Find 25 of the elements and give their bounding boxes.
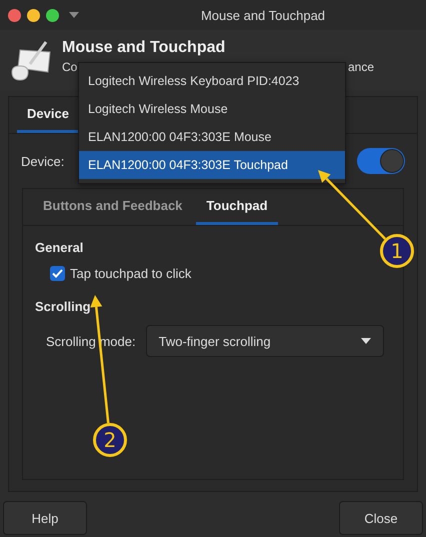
dialog-button[interactable]: Close	[339, 501, 423, 535]
device-switch[interactable]	[357, 148, 405, 174]
maximize-button[interactable]	[46, 8, 59, 22]
header-subtitle: Co	[62, 60, 78, 74]
checkbox-label: Tap touchpad to click	[70, 266, 192, 281]
caret-icon[interactable]	[69, 12, 79, 18]
menu-item[interactable]: Logitech Wireless Keyboard PID:4023	[79, 67, 345, 95]
close-button[interactable]	[8, 8, 21, 22]
tab[interactable]: Touchpad	[196, 189, 278, 225]
window-title: Mouse and Touchpad	[200, 8, 326, 22]
callout-arrow	[318, 170, 386, 240]
menu-item[interactable]: ELAN1200:00 04F3:303E Touchpad	[79, 151, 345, 179]
tab[interactable]: Buttons and Feedback	[33, 189, 192, 225]
scrolling-mode-dropdown[interactable]: Two-finger scrolling	[146, 325, 384, 357]
header-subtitle: ance	[348, 60, 374, 74]
section-heading: Scrolling	[35, 298, 92, 316]
menu-item[interactable]: Logitech Wireless Mouse	[79, 95, 345, 123]
caret-icon	[360, 338, 371, 344]
section-heading: General	[35, 238, 84, 256]
dialog-button[interactable]: Help	[3, 501, 87, 535]
device-label: Device:	[21, 154, 64, 168]
header-title: Mouse and Touchpad	[62, 39, 226, 57]
checkbox[interactable]	[50, 266, 65, 281]
minimize-button[interactable]	[27, 8, 40, 22]
menu-item[interactable]: ELAN1200:00 04F3:303E Mouse	[79, 123, 345, 151]
